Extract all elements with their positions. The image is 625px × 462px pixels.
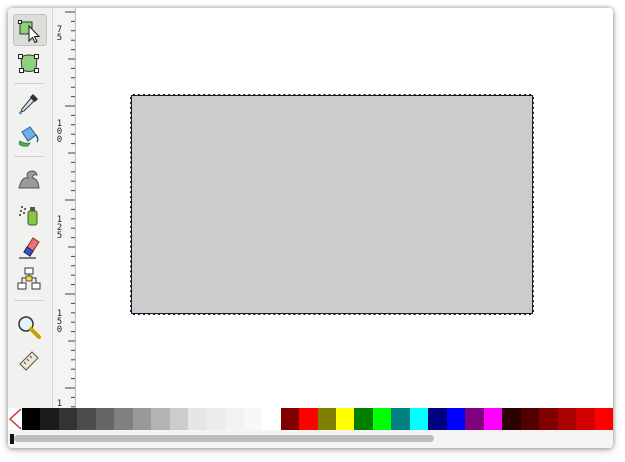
ruler-label-150: 150 — [56, 309, 63, 335]
toolbox-separator — [14, 300, 44, 301]
zoom-tool[interactable] — [13, 312, 45, 342]
drawing-canvas[interactable] — [76, 8, 613, 412]
spray-tool[interactable] — [13, 200, 45, 230]
palette-swatch[interactable] — [188, 408, 207, 430]
paint-bucket-tool[interactable] — [13, 120, 45, 150]
no-paint-swatch[interactable] — [8, 408, 22, 430]
palette-swatch[interactable] — [502, 408, 521, 430]
toolbox-separator — [14, 156, 44, 157]
ruler-label-125: 125 — [56, 215, 63, 241]
palette-swatch[interactable] — [576, 408, 595, 430]
app-window: 75 100 125 150 1 — [8, 8, 613, 448]
palette-swatch[interactable] — [22, 408, 41, 430]
palette-swatch[interactable] — [95, 408, 115, 430]
palette-swatch[interactable] — [409, 408, 429, 430]
palette-swatch[interactable] — [114, 408, 133, 430]
measure-tool[interactable] — [13, 346, 45, 376]
palette-swatch[interactable] — [262, 408, 281, 430]
palette-swatch[interactable] — [428, 408, 447, 430]
spray-can-icon — [19, 206, 38, 226]
palette-swatch[interactable] — [335, 408, 355, 430]
arrow-select-icon — [18, 20, 41, 43]
palette-swatch[interactable] — [280, 408, 300, 430]
palette-swatch[interactable] — [77, 408, 96, 430]
palette-swatch[interactable] — [243, 408, 263, 430]
palette-swatch[interactable] — [391, 408, 410, 430]
node-tool[interactable] — [13, 48, 45, 78]
vertical-ruler: 75 100 125 150 1 — [53, 8, 76, 412]
ruler-label-75: 75 — [56, 25, 63, 43]
palette-swatch[interactable] — [317, 408, 336, 430]
eraser-tool[interactable] — [13, 232, 45, 262]
toolbox — [8, 8, 53, 412]
color-palette — [8, 408, 613, 430]
select-tool[interactable] — [13, 14, 47, 46]
palette-swatch[interactable] — [58, 408, 78, 430]
ruler-label-100: 100 — [56, 119, 63, 145]
magnifier-icon — [18, 316, 41, 339]
toolbox-separator — [14, 83, 44, 84]
eyedropper-icon — [19, 94, 38, 115]
palette-swatch[interactable] — [446, 408, 466, 430]
ruler-ticks — [65, 11, 75, 408]
palette-swatch[interactable] — [372, 408, 392, 430]
connector-tool[interactable] — [13, 264, 45, 294]
ruler-measure-icon — [19, 351, 39, 371]
selection-dash-outline — [130, 94, 534, 315]
scrollbar-thumb[interactable] — [14, 435, 434, 442]
tweak-tool[interactable] — [13, 164, 45, 194]
palette-swatch[interactable] — [169, 408, 189, 430]
dropper-tool[interactable] — [13, 88, 45, 118]
eraser-icon — [19, 237, 40, 259]
palette-swatch[interactable] — [594, 408, 613, 430]
palette-swatch[interactable] — [465, 408, 484, 430]
selected-rectangle[interactable] — [130, 94, 534, 315]
node-edit-icon — [18, 54, 39, 73]
palette-swatch[interactable] — [539, 408, 558, 430]
palette-swatch[interactable] — [520, 408, 540, 430]
palette-swatch[interactable] — [206, 408, 226, 430]
no-paint-icon — [8, 408, 22, 430]
palette-swatch[interactable] — [354, 408, 373, 430]
palette-swatch[interactable] — [151, 408, 170, 430]
palette-swatch[interactable] — [299, 408, 318, 430]
connector-diagram-icon — [17, 267, 41, 290]
horizontal-scrollbar[interactable] — [8, 430, 613, 448]
palette-swatch[interactable] — [132, 408, 152, 430]
palette-swatch[interactable] — [557, 408, 577, 430]
ruler-label-175: 1 — [56, 399, 63, 409]
palette-swatch[interactable] — [225, 408, 244, 430]
tweak-wave-icon — [18, 170, 40, 189]
palette-swatch[interactable] — [40, 408, 59, 430]
palette-swatch[interactable] — [483, 408, 503, 430]
paint-bucket-icon — [18, 126, 39, 147]
